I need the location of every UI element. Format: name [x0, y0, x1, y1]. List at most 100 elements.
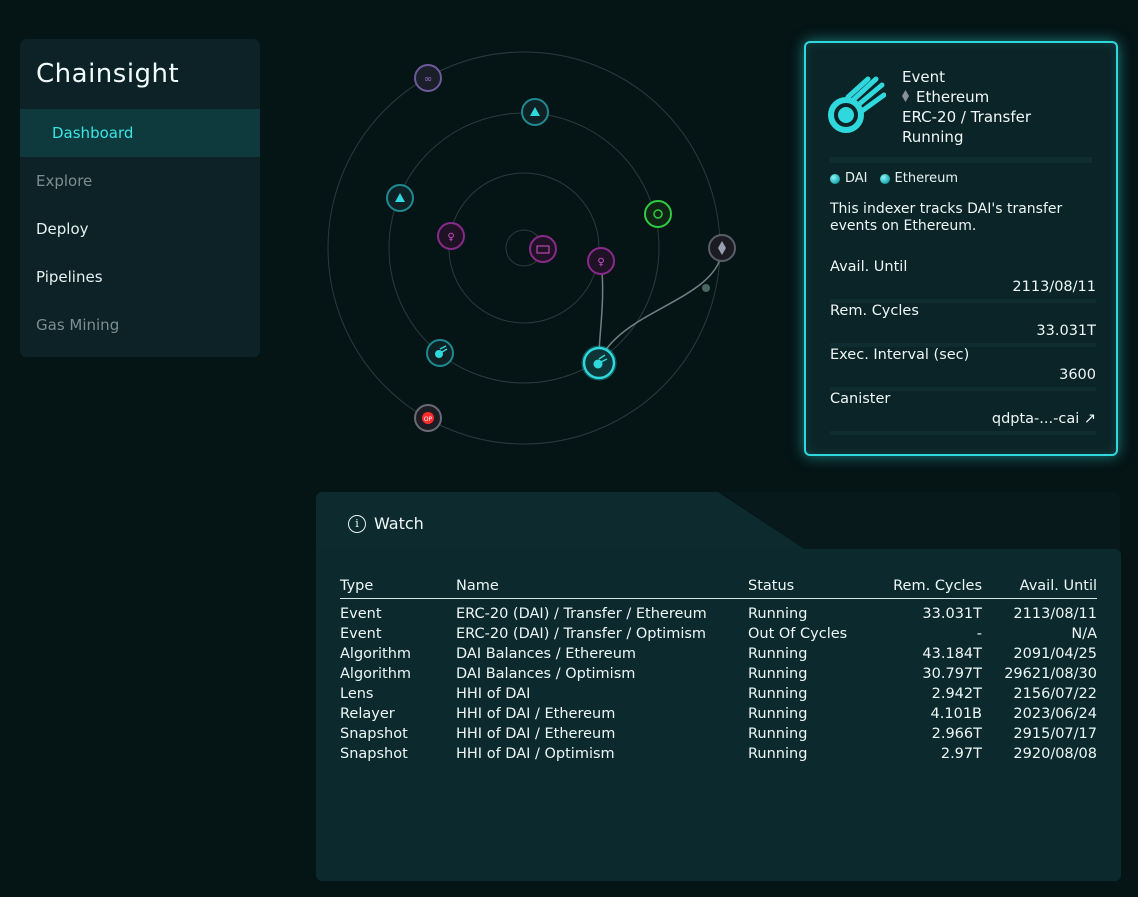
nav-pipelines[interactable]: Pipelines [20, 253, 260, 301]
column-header-avail-until[interactable]: Avail. Until [982, 576, 1097, 599]
cell-rem-cycles: 30.797T [922, 666, 982, 682]
cell-type: Snapshot [340, 726, 408, 742]
node-snapshot-icon[interactable] [521, 98, 549, 126]
table-row[interactable]: Algorithm DAI Balances / Ethereum Runnin… [340, 644, 1097, 664]
orbit-ring-middle [388, 112, 660, 384]
field-rem-cycles: Rem. Cycles 33.031T [830, 303, 1096, 339]
table-row[interactable]: Event ERC-20 (DAI) / Transfer / Ethereum… [340, 598, 1097, 624]
node-snapshot-icon-2[interactable] [386, 184, 414, 212]
detail-chain-row: Ethereum [902, 87, 1031, 107]
divider [830, 431, 1096, 435]
cell-rem-cycles: 2.966T [931, 726, 982, 742]
watch-table: Type Name Status Rem. Cycles Avail. Unti… [340, 576, 1097, 764]
cell-rem-cycles: 2.942T [931, 686, 982, 702]
cell-type: Relayer [340, 706, 395, 722]
column-header-rem-cycles[interactable]: Rem. Cycles [866, 576, 982, 599]
svg-text:OP: OP [424, 416, 433, 423]
cell-avail-until: 2113/08/11 [1013, 606, 1097, 623]
cell-status: Out Of Cycles [748, 626, 848, 642]
cell-rem-cycles: 4.101B [930, 706, 982, 722]
tag-list: DAI Ethereum [830, 171, 958, 186]
detail-chain: Ethereum [916, 88, 990, 106]
node-event-icon-selected[interactable] [581, 345, 617, 381]
detail-type: Event [902, 68, 945, 86]
field-value: 2113/08/11 [1012, 279, 1096, 295]
cell-name: ERC-20 (DAI) / Transfer / Optimism [456, 626, 707, 642]
watch-tab-label[interactable]: i Watch [348, 514, 424, 533]
field-key: Avail. Until [830, 259, 908, 275]
cell-status: Running [748, 606, 808, 623]
field-value: 3600 [1059, 367, 1096, 383]
ethereum-icon [902, 87, 910, 107]
column-header-status[interactable]: Status [748, 576, 866, 599]
cell-avail-until: 2023/06/24 [1013, 706, 1097, 722]
cell-rem-cycles: 2.97T [940, 746, 982, 762]
tag-label: DAI [845, 171, 868, 186]
svg-text:∞: ∞ [424, 74, 432, 85]
nav-deploy[interactable]: Deploy [20, 205, 260, 253]
table-row[interactable]: Algorithm DAI Balances / Optimism Runnin… [340, 664, 1097, 684]
cell-status: Running [748, 666, 808, 682]
cell-name: DAI Balances / Ethereum [456, 646, 637, 662]
column-header-type[interactable]: Type [340, 576, 456, 599]
cell-status: Running [748, 726, 808, 742]
detail-description: This indexer tracks DAI's transfer event… [830, 201, 1063, 234]
dai-icon [830, 173, 840, 184]
node-polygon-icon[interactable]: ∞ [414, 64, 442, 92]
cell-rem-cycles: 33.031T [922, 606, 982, 623]
node-algorithm-icon-2[interactable]: ♀ [587, 247, 615, 275]
cell-avail-until: 2915/07/17 [1013, 726, 1097, 742]
field-key: Exec. Interval (sec) [830, 347, 970, 363]
field-avail-until: Avail. Until 2113/08/11 [830, 259, 1096, 295]
column-header-name[interactable]: Name [456, 576, 748, 599]
nav-gas-mining[interactable]: Gas Mining [20, 301, 260, 349]
field-canister: Canister qdpta-...-cai ↗ [830, 391, 1096, 427]
node-optimism-icon[interactable]: OP [414, 404, 442, 432]
svg-text:♀: ♀ [597, 257, 604, 268]
cell-name: DAI Balances / Optimism [456, 666, 636, 682]
table-header-row: Type Name Status Rem. Cycles Avail. Unti… [340, 576, 1097, 599]
node-relayer-icon[interactable] [644, 200, 672, 228]
cell-name: HHI of DAI [456, 686, 531, 702]
tag-ethereum: Ethereum [879, 171, 959, 186]
node-algorithm-icon[interactable]: ♀ [437, 222, 465, 250]
cell-status: Running [748, 746, 808, 762]
cell-avail-until: 2091/04/25 [1013, 646, 1097, 662]
node-lens-icon[interactable] [529, 235, 557, 263]
canister-link[interactable]: qdpta-...-cai ↗ [830, 411, 1096, 427]
cell-avail-until: 2920/08/08 [1013, 746, 1097, 762]
sidebar: Chainsight Dashboard Explore Deploy Pipe… [20, 39, 260, 357]
tag-dai: DAI [830, 171, 868, 186]
tag-label: Ethereum [894, 171, 959, 186]
cell-type: Algorithm [340, 646, 412, 662]
flow-particle [702, 284, 710, 292]
detail-header: Event Ethereum ERC-20 / Transfer Running [902, 67, 1031, 147]
event-icon [828, 76, 886, 133]
table-row[interactable]: Lens HHI of DAI Running 2.942T 2156/07/2… [340, 684, 1097, 704]
indexer-detail-card: Event Ethereum ERC-20 / Transfer Running… [804, 41, 1118, 456]
node-event-icon[interactable] [426, 339, 454, 367]
cell-name: ERC-20 (DAI) / Transfer / Ethereum [456, 606, 707, 623]
divider [830, 157, 1092, 163]
table-row[interactable]: Relayer HHI of DAI / Ethereum Running 4.… [340, 704, 1097, 724]
field-exec-interval: Exec. Interval (sec) 3600 [830, 347, 1096, 383]
node-ethereum-icon[interactable] [708, 234, 736, 262]
detail-label: ERC-20 / Transfer [902, 108, 1032, 126]
table-row[interactable]: Event ERC-20 (DAI) / Transfer / Optimism… [340, 624, 1097, 644]
nav-dashboard[interactable]: Dashboard [20, 109, 260, 157]
ethereum-dot-icon [879, 173, 890, 184]
table-row[interactable]: Snapshot HHI of DAI / Optimism Running 2… [340, 744, 1097, 764]
cell-name: HHI of DAI / Ethereum [456, 726, 616, 742]
table-row[interactable]: Snapshot HHI of DAI / Ethereum Running 2… [340, 724, 1097, 744]
detail-status: Running [902, 128, 964, 146]
cell-name: HHI of DAI / Ethereum [456, 706, 616, 722]
cell-avail-until: 29621/08/30 [1004, 666, 1097, 682]
watch-panel: Type Name Status Rem. Cycles Avail. Unti… [316, 549, 1121, 881]
watch-title: Watch [374, 514, 424, 533]
cell-type: Lens [340, 686, 374, 702]
cell-name: HHI of DAI / Optimism [456, 746, 615, 762]
nav-explore[interactable]: Explore [20, 157, 260, 205]
cell-avail-until: 2156/07/22 [1013, 686, 1097, 702]
pipeline-orbit-graph: ∞ ♀ ♀ OP [327, 51, 736, 445]
cell-rem-cycles: - [976, 626, 982, 642]
